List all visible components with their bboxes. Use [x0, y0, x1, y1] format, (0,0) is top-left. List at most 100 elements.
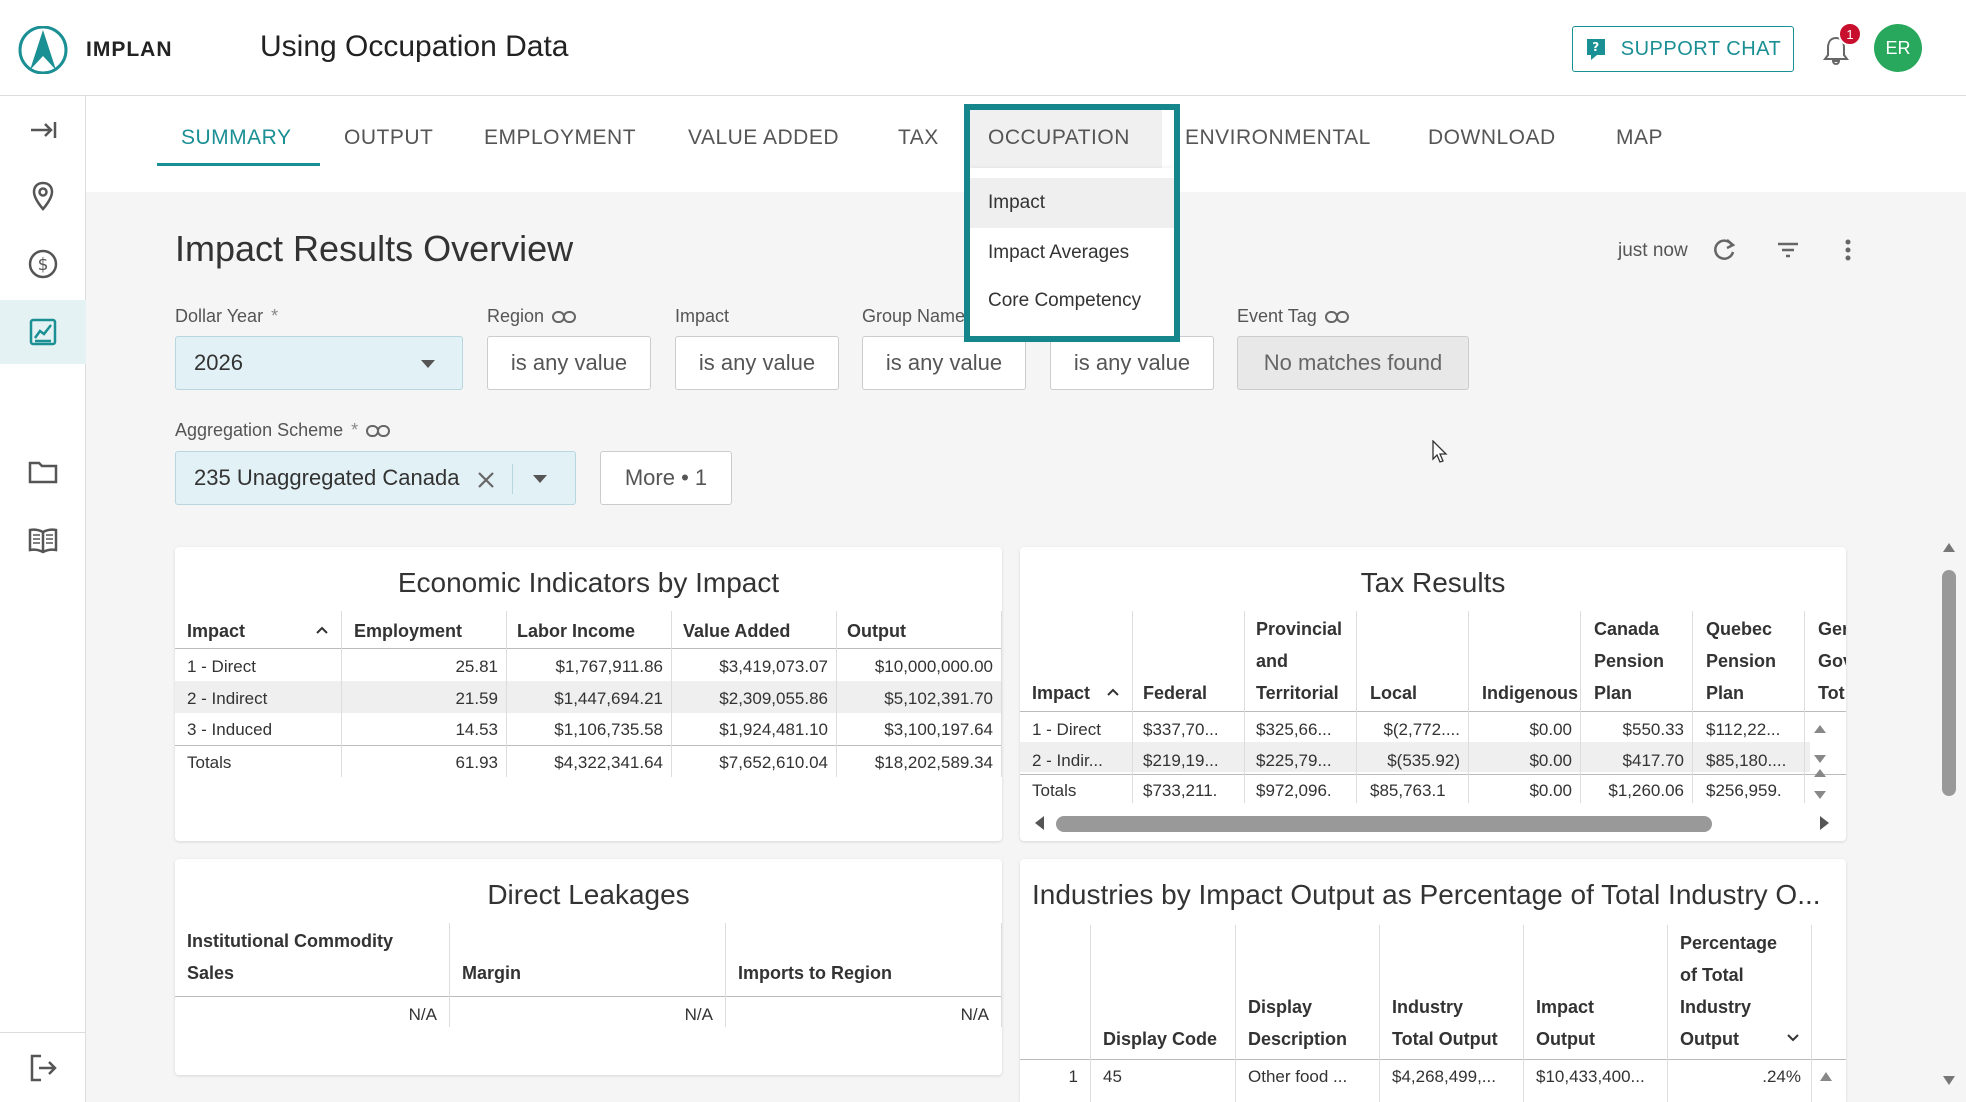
event-filter[interactable]: is any value	[1050, 336, 1214, 390]
col-margin[interactable]: Margin	[462, 957, 521, 989]
col-divider	[1523, 925, 1524, 1102]
col-cpp[interactable]: Canada	[1594, 613, 1659, 645]
tab-employment[interactable]: EMPLOYMENT	[484, 126, 636, 166]
tab-map[interactable]: MAP	[1616, 126, 1663, 166]
page-scrollbar[interactable]	[1940, 540, 1958, 1102]
cell: 1	[1068, 1067, 1078, 1086]
scroll-up-icon[interactable]	[1941, 540, 1957, 554]
col-impact-output[interactable]: Output	[1536, 1023, 1595, 1055]
logout-button[interactable]	[0, 1036, 86, 1100]
tab-environmental[interactable]: ENVIRONMENTAL	[1185, 126, 1371, 166]
link-icon[interactable]	[1324, 310, 1349, 324]
col-labor-income[interactable]: Labor Income	[517, 615, 635, 647]
col-provincial[interactable]: Provincial	[1256, 613, 1342, 645]
col-provincial[interactable]: Territorial	[1256, 677, 1339, 709]
col-output[interactable]: Output	[847, 615, 906, 647]
col-indigenous[interactable]: Indigenous	[1482, 677, 1578, 709]
nav-impacts[interactable]: $	[0, 232, 86, 296]
implan-logo-icon[interactable]	[18, 26, 68, 74]
col-display-code[interactable]: Display Code	[1103, 1023, 1217, 1055]
cell: $3,100,197.64	[884, 720, 993, 739]
col-impact-output[interactable]: Impact	[1536, 991, 1594, 1023]
region-filter[interactable]: is any value	[487, 336, 651, 390]
col-qpp[interactable]: Plan	[1706, 677, 1744, 709]
link-icon[interactable]	[552, 310, 577, 324]
collapse-nav-button[interactable]	[0, 98, 86, 162]
impact-filter[interactable]: is any value	[675, 336, 839, 390]
scroll-right-icon[interactable]	[1814, 813, 1834, 833]
required-mark: *	[271, 306, 279, 326]
support-chat-button[interactable]: ? SUPPORT CHAT	[1572, 26, 1794, 72]
dollar-year-select[interactable]: 2026	[175, 336, 463, 390]
row-scroll-arrows-icon[interactable]	[1812, 719, 1828, 803]
col-qpp[interactable]: Quebec	[1706, 613, 1772, 645]
horizontal-scrollbar-thumb[interactable]	[1056, 816, 1712, 832]
col-display-description[interactable]: Description	[1248, 1023, 1347, 1055]
col-employment[interactable]: Employment	[354, 615, 462, 647]
col-qpp[interactable]: Pension	[1706, 645, 1776, 677]
tab-occupation[interactable]: OCCUPATION	[988, 126, 1130, 166]
cell: $337,70...	[1143, 720, 1219, 739]
col-cpp[interactable]: Pension	[1594, 645, 1664, 677]
cell: $4,268,499,...	[1392, 1067, 1496, 1086]
col-percentage[interactable]: Output	[1680, 1023, 1739, 1055]
book-open-icon	[28, 528, 58, 554]
col-federal[interactable]: Federal	[1143, 677, 1207, 709]
tab-tax[interactable]: TAX	[898, 126, 939, 166]
col-cpp[interactable]: Plan	[1594, 677, 1632, 709]
col-divider	[1244, 611, 1245, 803]
cell: $85,180....	[1706, 751, 1787, 770]
col-value-added[interactable]: Value Added	[683, 615, 790, 647]
cell: 2 - Indirect	[187, 689, 268, 708]
menu-item-core-competency[interactable]: Core Competency	[970, 276, 1174, 326]
scroll-up-arrow-icon[interactable]	[1818, 1069, 1834, 1083]
refresh-icon[interactable]	[1710, 236, 1738, 264]
more-filters-button[interactable]: More • 1	[600, 451, 732, 505]
aggregation-select[interactable]: 235 Unaggregated Canada	[175, 451, 576, 505]
last-updated-text: just now	[1618, 240, 1688, 261]
scroll-left-icon[interactable]	[1030, 813, 1050, 833]
col-gov-total[interactable]: Ger	[1818, 613, 1846, 645]
cell: $7,652,610.04	[719, 753, 828, 772]
tab-value-added[interactable]: VALUE ADDED	[688, 126, 839, 166]
region-label-text: Region	[487, 306, 545, 326]
link-icon[interactable]	[366, 424, 391, 438]
more-vertical-icon[interactable]	[1834, 236, 1862, 264]
menu-item-impact[interactable]: Impact	[970, 178, 1174, 228]
tab-download[interactable]: DOWNLOAD	[1428, 126, 1556, 166]
clear-x-icon[interactable]	[476, 470, 496, 490]
tab-summary[interactable]: SUMMARY	[181, 126, 291, 166]
sort-down-icon[interactable]	[1786, 1033, 1800, 1043]
scroll-down-icon[interactable]	[1941, 1074, 1957, 1088]
col-percentage[interactable]: of Total	[1680, 959, 1744, 991]
menu-item-impact-averages[interactable]: Impact Averages	[970, 228, 1174, 278]
col-gov-total[interactable]: Gov	[1818, 645, 1846, 677]
col-local[interactable]: Local	[1370, 677, 1417, 709]
tab-output[interactable]: OUTPUT	[344, 126, 433, 166]
user-avatar[interactable]: ER	[1874, 24, 1922, 72]
nav-projects[interactable]	[0, 440, 86, 504]
col-provincial[interactable]: and	[1256, 645, 1288, 677]
col-display-description[interactable]: Display	[1248, 991, 1312, 1023]
cell: $1,106,735.58	[554, 720, 663, 739]
col-impact[interactable]: Impact	[1032, 677, 1090, 709]
col-imports[interactable]: Imports to Region	[738, 957, 892, 989]
sort-up-icon[interactable]	[315, 625, 329, 635]
nav-results[interactable]	[0, 300, 86, 364]
col-gov-total[interactable]: Tot	[1818, 677, 1845, 709]
group-name-filter[interactable]: is any value	[862, 336, 1026, 390]
aggregation-value: 235 Unaggregated Canada	[194, 465, 460, 490]
col-industry-total-output[interactable]: Total Output	[1392, 1023, 1498, 1055]
nav-guides[interactable]	[0, 508, 86, 572]
col-institutional-sales[interactable]: Sales	[187, 957, 234, 989]
filter-icon[interactable]	[1774, 236, 1802, 264]
col-percentage[interactable]: Percentage	[1680, 927, 1777, 959]
col-institutional-sales[interactable]: Institutional Commodity	[187, 925, 393, 957]
chevron-down-icon[interactable]	[532, 474, 548, 484]
page-scrollbar-thumb[interactable]	[1942, 570, 1956, 796]
col-percentage[interactable]: Industry	[1680, 991, 1751, 1023]
col-impact[interactable]: Impact	[187, 615, 245, 647]
col-industry-total-output[interactable]: Industry	[1392, 991, 1463, 1023]
sort-up-icon[interactable]	[1106, 687, 1120, 697]
nav-regions[interactable]	[0, 164, 86, 228]
